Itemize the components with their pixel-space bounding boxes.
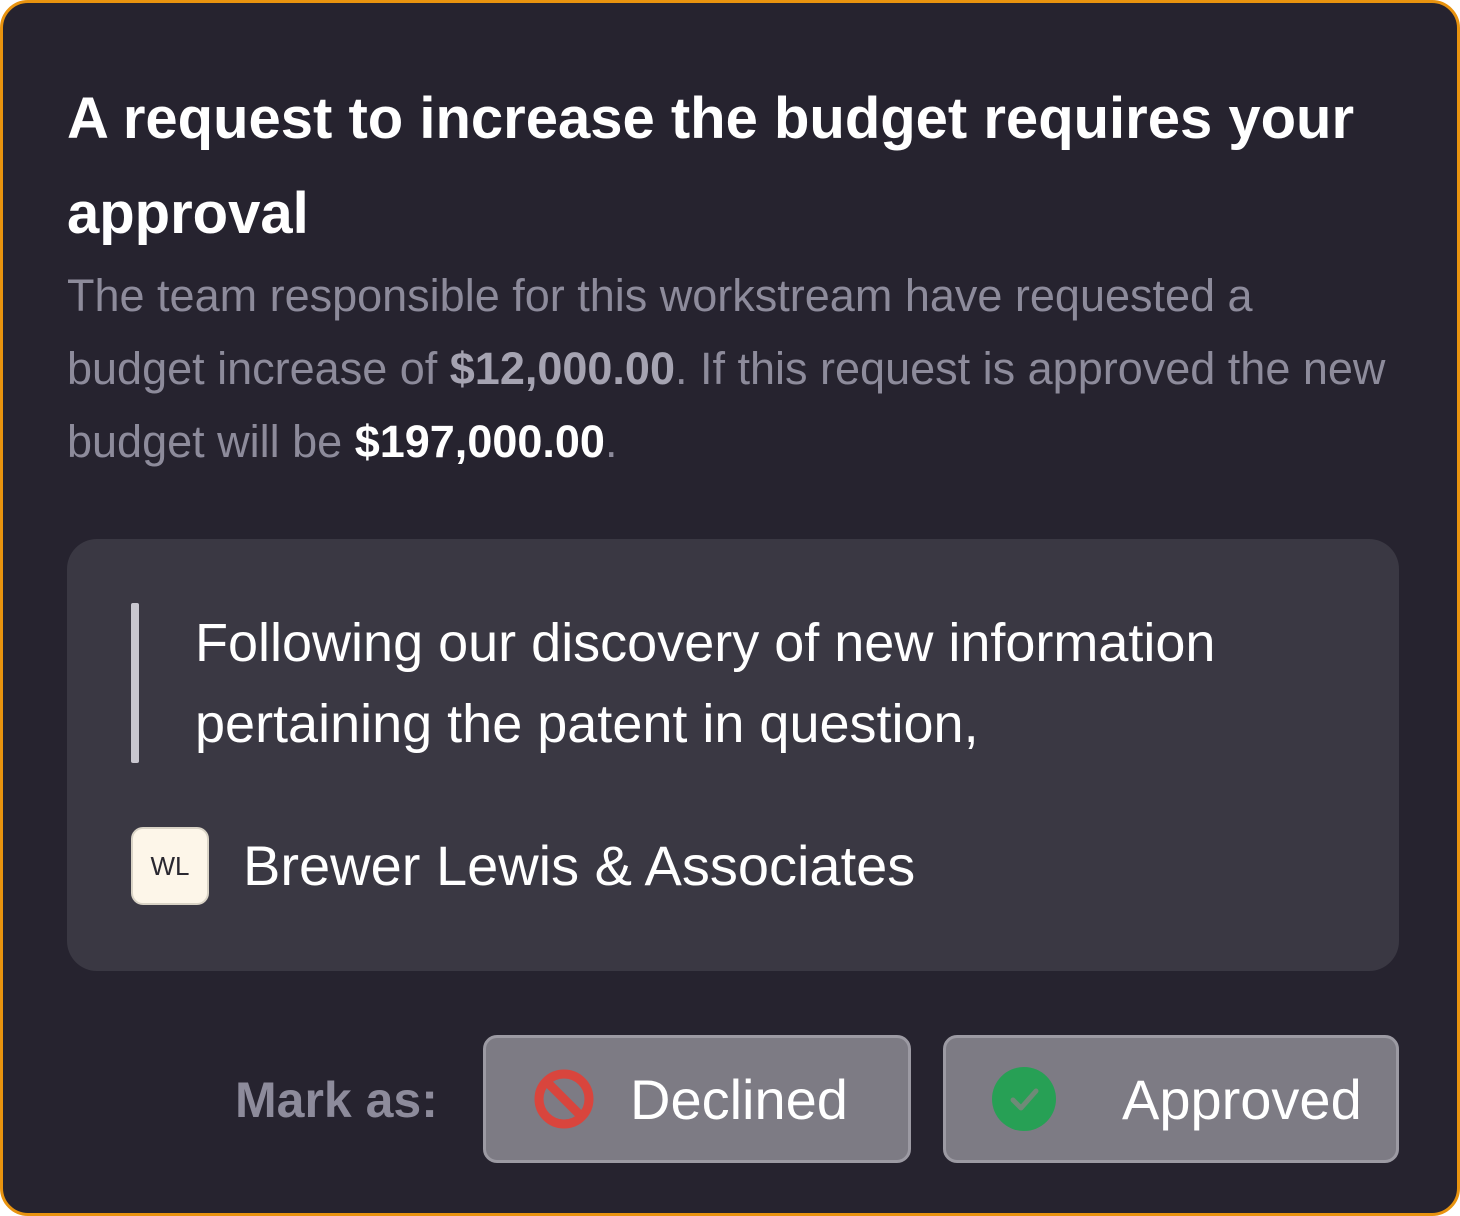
mark-as-label: Mark as: (235, 1072, 438, 1128)
requester-name: Brewer Lewis & Associates (243, 834, 916, 897)
request-quote: Following our discovery of new informati… (195, 613, 1216, 754)
prohibited-icon (534, 1069, 594, 1129)
new-budget-amount: $197,000.00 (354, 416, 605, 467)
declined-button[interactable]: Declined (483, 1035, 911, 1163)
card-description: The team responsible for this workstream… (67, 259, 1397, 478)
approved-button[interactable]: Approved (943, 1035, 1399, 1163)
declined-label: Declined (630, 1067, 848, 1131)
increase-amount: $12,000.00 (449, 343, 675, 394)
request-panel: Following our discovery of new informati… (67, 539, 1399, 971)
description-text-3: . (604, 416, 618, 467)
requester-avatar: WL (131, 827, 209, 905)
quote-bar (131, 603, 139, 763)
approved-label: Approved (1122, 1067, 1362, 1131)
approval-card: A request to increase the budget require… (0, 0, 1460, 1216)
card-title: A request to increase the budget require… (67, 86, 1355, 246)
check-circle-icon (992, 1067, 1056, 1131)
